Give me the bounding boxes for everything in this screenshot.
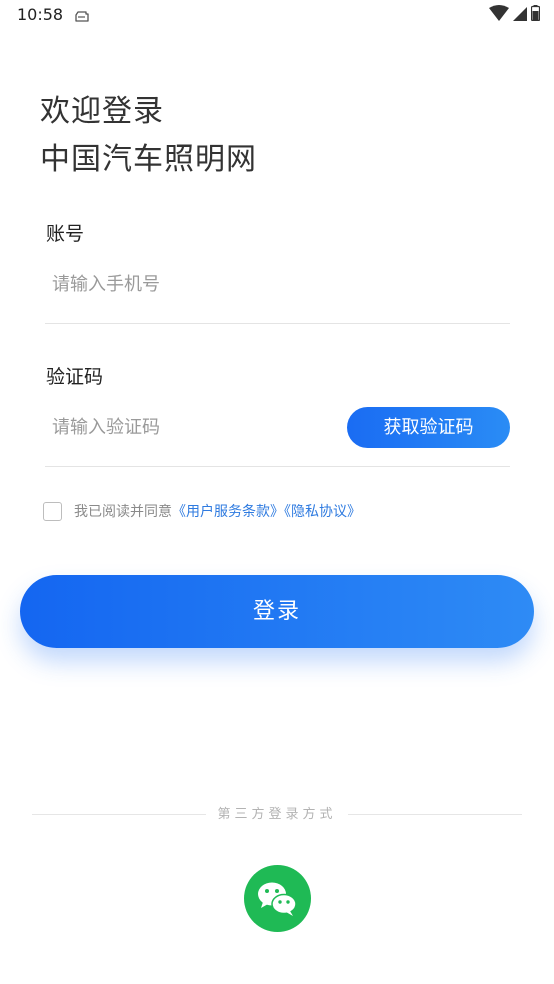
- agreement-checkbox[interactable]: [43, 502, 62, 521]
- third-party-title: 第三方登录方式: [217, 807, 337, 822]
- get-code-button[interactable]: 获取验证码: [347, 407, 510, 448]
- phone-input[interactable]: [46, 266, 332, 302]
- wechat-login-button[interactable]: [244, 865, 311, 932]
- code-divider: [45, 466, 510, 467]
- login-button[interactable]: 登录: [20, 575, 534, 648]
- privacy-link[interactable]: 《隐私协议》: [284, 504, 361, 520]
- third-party-divider-left: [32, 814, 206, 815]
- welcome-title: 欢迎登录: [40, 94, 164, 129]
- terms-link[interactable]: 《用户服务条款》: [172, 504, 284, 520]
- wifi-icon: [489, 5, 509, 25]
- third-party-divider-right: [348, 814, 522, 815]
- status-time: 10:58: [17, 5, 64, 24]
- code-label: 验证码: [46, 366, 104, 388]
- agreement-text: 我已阅读并同意《用户服务条款》《隐私协议》: [74, 502, 361, 522]
- account-label: 账号: [46, 223, 85, 245]
- agreement-prefix: 我已阅读并同意: [74, 504, 172, 520]
- status-icons: [489, 5, 541, 25]
- phone-divider: [45, 323, 510, 324]
- wechat-icon: [244, 882, 311, 935]
- site-name-title: 中国汽车照明网: [40, 142, 257, 177]
- code-input[interactable]: [46, 409, 322, 445]
- notification-icon: [75, 8, 89, 22]
- signal-icon: [513, 6, 527, 25]
- battery-icon: [530, 5, 541, 25]
